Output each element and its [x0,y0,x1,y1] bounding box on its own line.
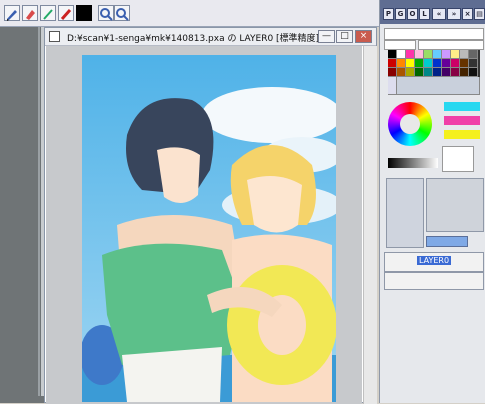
swatch[interactable] [388,68,397,77]
swatch[interactable] [388,59,397,68]
brush-shape-row[interactable] [384,28,484,40]
opacity-field[interactable] [418,40,484,50]
swatch[interactable] [415,59,424,68]
yellow-slider[interactable] [444,130,480,139]
document-title: D:¥scan¥1-senga¥mk¥140813.pxa の LAYER0 [… [67,34,320,44]
layer-opacity-field[interactable] [426,236,468,247]
swatch[interactable] [424,50,433,59]
left-workspace [0,27,44,403]
brush-tool-icon[interactable] [40,5,56,21]
swatch[interactable] [460,50,469,59]
palette-tab-l[interactable]: L [419,8,430,20]
main-toolbar [0,0,380,27]
canvas-area[interactable] [46,46,362,404]
collapse-left-icon[interactable]: « [432,8,446,20]
artwork-image [82,55,336,402]
palette-tab-o[interactable]: O [407,8,418,20]
palette-tab-p[interactable]: P [383,8,394,20]
layer-row[interactable] [384,272,484,290]
brush-preset-grid[interactable] [386,178,424,248]
vertical-scrollbar[interactable] [363,46,377,404]
swatch[interactable] [451,68,460,77]
palette-tab-g[interactable]: G [395,8,406,20]
swatch[interactable] [442,50,451,59]
color-wheel-center [400,114,420,134]
swatch[interactable] [397,50,406,59]
swatch-row-empty[interactable] [397,77,480,95]
swatch[interactable] [433,59,442,68]
swatch[interactable] [451,50,460,59]
brush-preview [426,178,484,232]
swatch[interactable] [406,50,415,59]
swatch[interactable] [406,68,415,77]
layer-row-active[interactable]: LAYER0 [384,252,484,272]
divider [38,27,40,403]
eraser-tool-icon[interactable] [22,5,38,21]
magenta-slider[interactable] [444,116,480,125]
swatch[interactable] [406,59,415,68]
swatch[interactable] [460,68,469,77]
maximize-button[interactable]: □ [336,30,353,43]
brush-size-field[interactable] [384,40,416,50]
zoom-out-icon[interactable] [114,5,130,21]
swatch[interactable] [442,68,451,77]
swatch[interactable] [388,50,397,59]
swatch[interactable] [442,59,451,68]
document-icon [49,31,60,42]
swatch[interactable] [388,77,397,95]
swatch[interactable] [424,68,433,77]
swatch[interactable] [433,68,442,77]
palette-menu-icon[interactable]: ▤ [474,8,485,20]
right-tool-panel: P G O L « » × ▤ LAYER0 [379,0,485,403]
swatch[interactable] [424,59,433,68]
document-titlebar[interactable]: D:¥scan¥1-senga¥mk¥140813.pxa の LAYER0 [… [45,28,376,46]
palette-close-icon[interactable]: × [462,8,473,20]
palette-titlebar: P G O L « » × ▤ [380,0,485,24]
swatch[interactable] [469,50,478,59]
cyan-slider[interactable] [444,102,480,111]
collapse-right-icon[interactable]: » [447,8,461,20]
swatch[interactable] [469,59,478,68]
layer-name: LAYER0 [417,256,452,265]
marker-tool-icon[interactable] [58,5,74,21]
close-button[interactable]: × [355,30,372,43]
current-color-preview[interactable] [442,146,474,172]
swatch[interactable] [415,50,424,59]
document-window: D:¥scan¥1-senga¥mk¥140813.pxa の LAYER0 [… [44,27,377,404]
swatch[interactable] [433,50,442,59]
swatch[interactable] [397,59,406,68]
minimize-button[interactable]: — [318,30,335,43]
zoom-in-icon[interactable] [98,5,114,21]
pen-tool-icon[interactable] [4,5,20,21]
swatch[interactable] [415,68,424,77]
current-color-black-swatch[interactable] [76,5,92,21]
swatch[interactable] [460,59,469,68]
swatch[interactable] [397,68,406,77]
swatch[interactable] [469,68,478,77]
layer-list-empty [384,290,482,398]
swatch[interactable] [451,59,460,68]
brightness-slider[interactable] [388,158,438,168]
